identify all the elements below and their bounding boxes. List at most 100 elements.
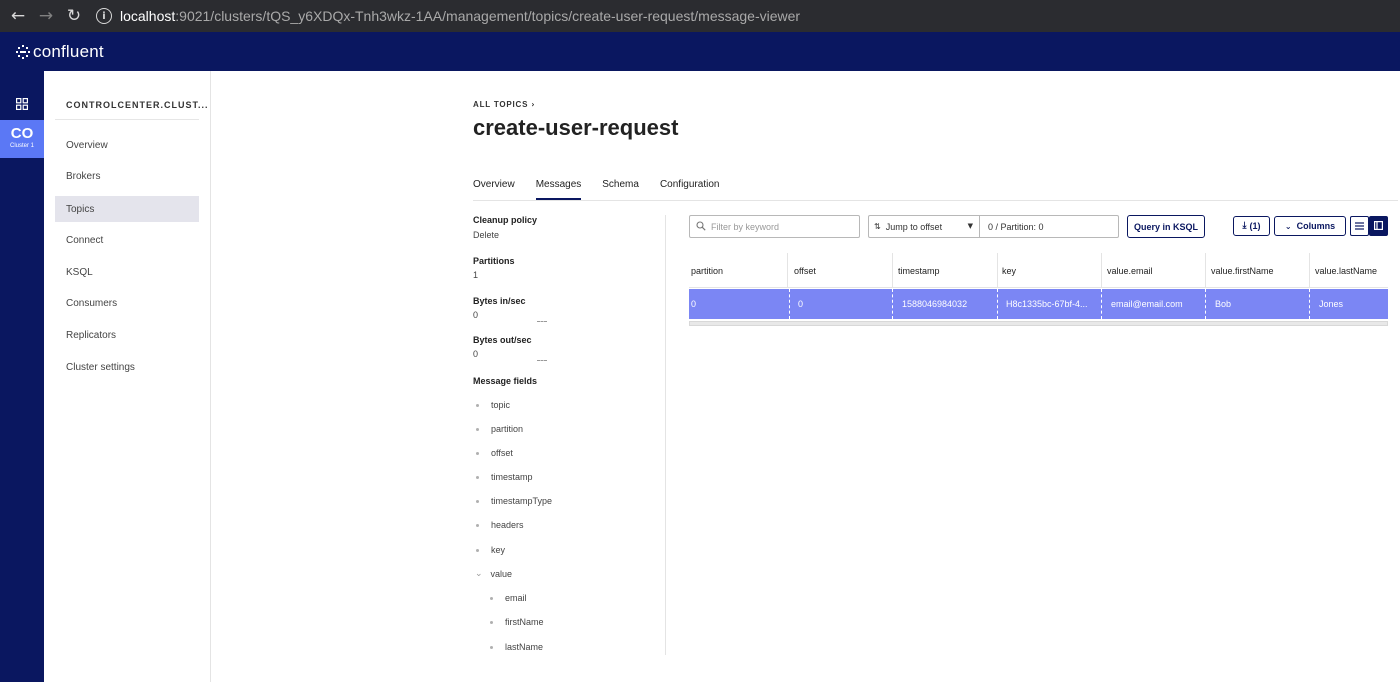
column-header-timestamp[interactable]: timestamp [894, 253, 998, 288]
breadcrumb[interactable]: ALL TOPICS › [473, 100, 535, 109]
bullet-icon [490, 645, 493, 649]
field-item[interactable]: offset [476, 448, 513, 458]
tabs-divider [473, 200, 1398, 201]
sidebar-item-consumers[interactable]: Consumers [55, 290, 199, 316]
table-header: partition offset timestamp key value.ema… [689, 253, 1388, 288]
column-header-value-firstname[interactable]: value.firstName [1207, 253, 1310, 288]
field-item[interactable]: topic [476, 400, 510, 410]
partitions-label: Partitions [473, 256, 515, 266]
download-icon: ⤓ [1242, 221, 1247, 231]
sidebar-item-cluster-settings[interactable]: Cluster settings [55, 354, 199, 380]
logo-text: confluent [33, 41, 104, 61]
bullet-icon [476, 403, 479, 407]
chevron-down-icon: ⌄ [1284, 221, 1292, 231]
sidebar: CONTROLCENTER.CLUST... Overview Brokers … [44, 71, 211, 682]
column-header-partition[interactable]: partition [689, 253, 788, 288]
field-label: firstName [505, 617, 544, 627]
sidebar-item-brokers[interactable]: Brokers [55, 163, 199, 189]
cluster-name: CONTROLCENTER.CLUST... [66, 100, 209, 110]
tab-schema[interactable]: Schema [602, 174, 639, 200]
chevron-down-icon[interactable]: ⌄ [475, 569, 483, 579]
sidebar-divider [55, 119, 199, 120]
cluster-sub: Cluster 1 [9, 143, 34, 149]
browser-toolbar: ← → ↻ i localhost:9021/clusters/tQS_y6XD… [0, 0, 1400, 32]
reload-icon[interactable]: ↻ [60, 0, 88, 32]
bullet-icon [476, 548, 479, 552]
subfield-item[interactable]: email [490, 593, 527, 603]
offset-mode-label: Jump to offset [885, 221, 943, 232]
sidebar-item-replicators[interactable]: Replicators [55, 322, 199, 348]
subfield-item[interactable]: firstName [490, 617, 544, 627]
bytes-out-value: 0 [473, 349, 479, 359]
download-count: (1) [1249, 221, 1261, 231]
tab-configuration[interactable]: Configuration [660, 174, 719, 200]
table-cell: Jones [1319, 299, 1344, 309]
list-view-button[interactable] [1350, 216, 1369, 236]
field-item[interactable]: key [476, 545, 505, 555]
page-title: create-user-request [473, 115, 679, 140]
table-cell: H8c1335bc-67bf-4... [998, 289, 1102, 319]
site-info-icon[interactable]: i [96, 8, 112, 24]
main-content: ALL TOPICS › create-user-request Overvie… [212, 71, 1400, 682]
tab-messages[interactable]: Messages [535, 174, 582, 200]
table-cell: 1588046984032 [894, 289, 998, 319]
forward-arrow-icon[interactable]: → [32, 0, 60, 32]
partitions-value: 1 [473, 270, 479, 280]
bytes-in-sparkline [537, 321, 547, 322]
field-item[interactable]: partition [476, 424, 523, 434]
cluster-badge[interactable]: CO Cluster 1 [0, 120, 44, 158]
field-label: value [490, 569, 513, 579]
card-view-button[interactable] [1369, 216, 1388, 236]
confluent-logo[interactable]: confluent [16, 42, 104, 62]
horizontal-scrollbar[interactable] [689, 321, 1388, 326]
bullet-icon [476, 523, 479, 527]
list-icon [1355, 217, 1364, 235]
bytes-in-value: 0 [473, 310, 479, 320]
bullet-icon [490, 596, 493, 600]
column-header-offset[interactable]: offset [790, 253, 893, 288]
query-in-ksql-button[interactable]: Query in KSQL [1127, 215, 1205, 238]
confluent-mark-icon [16, 44, 30, 59]
tab-overview[interactable]: Overview [473, 174, 515, 200]
field-label: lastName [505, 642, 544, 652]
sidebar-item-ksql[interactable]: KSQL [55, 259, 199, 285]
field-item[interactable]: timestampType [476, 496, 552, 506]
subfield-item[interactable]: lastName [490, 642, 543, 652]
filter-input[interactable]: Filter by keyword [689, 215, 860, 238]
column-header-value-email[interactable]: value.email [1103, 253, 1206, 288]
field-item-value[interactable]: ⌄ value [475, 569, 512, 579]
field-item[interactable]: timestamp [476, 472, 533, 482]
field-label: offset [491, 448, 513, 458]
field-label: partition [491, 424, 524, 434]
offset-mode-select[interactable]: ⇅ Jump to offset ▼ [868, 215, 980, 238]
column-header-value-lastname[interactable]: value.lastName [1311, 253, 1388, 288]
field-item[interactable]: headers [476, 520, 524, 530]
bullet-icon [476, 475, 479, 479]
card-icon [1374, 217, 1384, 235]
sidebar-item-connect[interactable]: Connect [55, 227, 199, 253]
app-header: confluent [0, 32, 1400, 71]
address-bar[interactable]: i localhost:9021/clusters/tQS_y6XDQx-Tnh… [96, 4, 800, 28]
cleanup-policy-value: Delete [473, 230, 500, 240]
sidebar-item-overview[interactable]: Overview [55, 132, 199, 158]
filter-placeholder: Filter by keyword [711, 221, 780, 232]
columns-button[interactable]: ⌄ Columns [1274, 216, 1346, 236]
download-button[interactable]: ⤓ (1) [1233, 216, 1270, 236]
sidebar-item-topics[interactable]: Topics [55, 196, 199, 222]
column-header-key[interactable]: key [998, 253, 1102, 288]
breadcrumb-all-topics[interactable]: ALL TOPICS [473, 100, 528, 109]
dropdown-caret-icon: ▼ [967, 222, 973, 230]
topic-tabs: Overview Messages Schema Configuration [473, 174, 740, 202]
column-divider [665, 215, 666, 655]
apps-grid-icon[interactable] [0, 91, 44, 117]
offset-input[interactable]: 0 / Partition: 0 [979, 215, 1119, 238]
back-arrow-icon[interactable]: ← [4, 0, 32, 32]
table-row[interactable]: 0 0 1588046984032 H8c1335bc-67bf-4... em… [689, 289, 1388, 319]
bullet-icon [476, 451, 479, 455]
cluster-abbr: CO [10, 125, 34, 142]
chevron-right-icon: › [531, 100, 536, 109]
table-cell: 0 [790, 289, 893, 319]
bytes-out-label: Bytes out/sec [473, 335, 532, 345]
table-cell: email@email.com [1103, 289, 1206, 319]
bullet-icon [490, 620, 493, 624]
